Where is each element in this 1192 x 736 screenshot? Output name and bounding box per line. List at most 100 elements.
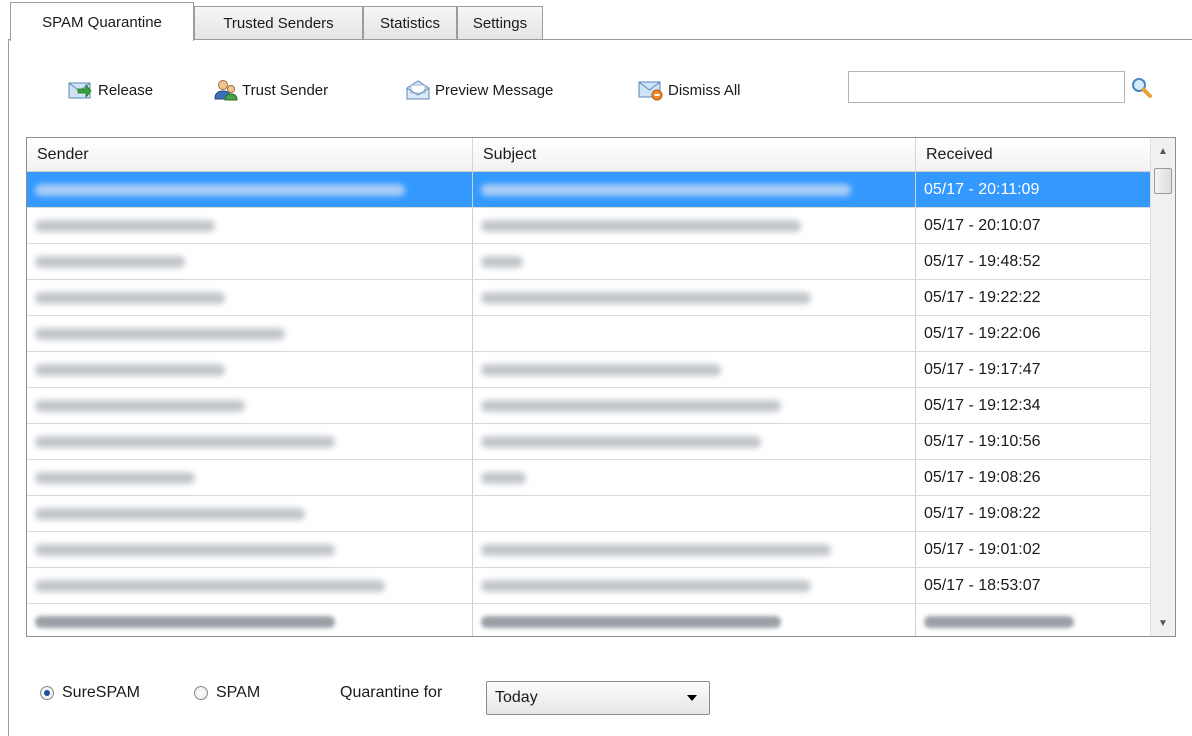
table-row[interactable]: [27, 604, 1151, 636]
redacted-text: [481, 471, 526, 484]
redacted-text: [35, 399, 245, 412]
received-cell: 05/17 - 19:48:52: [916, 244, 1151, 279]
preview-message-button[interactable]: Preview Message: [405, 76, 553, 104]
received-time: 05/17 - 19:48:52: [924, 252, 1041, 270]
sender-cell: [27, 496, 473, 531]
received-cell: 05/17 - 18:53:07: [916, 568, 1151, 603]
received-time: 05/17 - 18:53:07: [924, 576, 1041, 594]
pane-border: [8, 39, 9, 736]
table-row[interactable]: 05/17 - 19:22:22: [27, 280, 1151, 316]
received-cell: 05/17 - 19:08:26: [916, 460, 1151, 495]
redacted-text: [481, 615, 781, 628]
received-time: 05/17 - 19:12:34: [924, 396, 1041, 414]
subject-cell: [473, 388, 916, 423]
received-time: 05/17 - 20:11:09: [924, 180, 1040, 198]
search-box[interactable]: [848, 71, 1125, 103]
preview-message-label: Preview Message: [435, 81, 554, 99]
redacted-text: [35, 435, 335, 448]
received-time: 05/17 - 19:10:56: [924, 432, 1041, 450]
quarantine-period-value: Today: [495, 689, 538, 706]
received-cell: 05/17 - 19:08:22: [916, 496, 1151, 531]
table-row[interactable]: 05/17 - 19:48:52: [27, 244, 1151, 280]
received-cell: 05/17 - 19:22:06: [916, 316, 1151, 351]
redacted-text: [481, 219, 801, 232]
redacted-text: [35, 507, 305, 520]
tab-label: Trusted Senders: [223, 15, 334, 32]
radio-selected-icon: [40, 686, 54, 700]
subject-cell: [473, 424, 916, 459]
redacted-text: [35, 327, 285, 340]
subject-cell: [473, 532, 916, 567]
received-cell: 05/17 - 19:12:34: [916, 388, 1151, 423]
tab-spam-quarantine[interactable]: SPAM Quarantine: [10, 2, 194, 41]
table-row[interactable]: 05/17 - 19:08:22: [27, 496, 1151, 532]
spam-label: SPAM: [216, 684, 261, 701]
table-row[interactable]: 05/17 - 20:11:09: [27, 172, 1151, 208]
redacted-text: [35, 255, 185, 268]
scroll-down-icon[interactable]: ▼: [1151, 612, 1175, 634]
tab-trusted-senders[interactable]: Trusted Senders: [194, 6, 363, 40]
column-header-sender[interactable]: Sender: [27, 138, 473, 172]
sender-cell: [27, 532, 473, 567]
quarantine-period-dropdown[interactable]: Today: [486, 681, 710, 715]
received-cell: 05/17 - 19:17:47: [916, 352, 1151, 387]
release-button[interactable]: Release: [68, 76, 153, 104]
redacted-text: [35, 363, 225, 376]
subject-cell: [473, 280, 916, 315]
dismiss-all-button[interactable]: Dismiss All: [638, 76, 741, 104]
envelope-arrow-icon: [68, 82, 92, 99]
redacted-text: [35, 183, 405, 196]
table-row[interactable]: 05/17 - 19:22:06: [27, 316, 1151, 352]
column-header-received[interactable]: Received: [916, 138, 1151, 172]
subject-cell: [473, 604, 916, 636]
sender-cell: [27, 460, 473, 495]
release-label: Release: [98, 81, 154, 99]
redacted-text: [35, 579, 385, 592]
trust-sender-button[interactable]: Trust Sender: [214, 76, 328, 104]
received-cell: 05/17 - 20:10:07: [916, 208, 1151, 243]
sender-cell: [27, 208, 473, 243]
received-time: 05/17 - 19:01:02: [924, 540, 1041, 558]
sender-cell: [27, 388, 473, 423]
quarantine-for-label: Quarantine for: [340, 684, 443, 701]
subject-cell: [473, 244, 916, 279]
received-cell: 05/17 - 19:01:02: [916, 532, 1151, 567]
redacted-text: [481, 255, 523, 268]
spam-radio[interactable]: SPAM: [194, 684, 260, 702]
received-time: 05/17 - 19:17:47: [924, 360, 1041, 378]
redacted-text: [481, 435, 761, 448]
column-header-label: Received: [926, 145, 993, 163]
tab-label: SPAM Quarantine: [42, 13, 162, 31]
subject-cell: [473, 496, 916, 531]
table-row[interactable]: 05/17 - 20:10:07: [27, 208, 1151, 244]
tab-statistics[interactable]: Statistics: [363, 6, 457, 40]
table-row[interactable]: 05/17 - 19:08:26: [27, 460, 1151, 496]
tab-strip: SPAM Quarantine Trusted Senders Statisti…: [8, 0, 1192, 41]
message-grid[interactable]: Sender Subject Received 05/17 - 20:11:09…: [26, 137, 1176, 637]
received-time: 05/17 - 19:08:26: [924, 468, 1041, 486]
column-header-label: Subject: [483, 145, 537, 163]
received-cell: 05/17 - 19:10:56: [916, 424, 1151, 459]
table-row[interactable]: 05/17 - 19:10:56: [27, 424, 1151, 460]
subject-cell: [473, 208, 916, 243]
envelope-delete-icon: [638, 81, 663, 101]
table-row[interactable]: 05/17 - 19:12:34: [27, 388, 1151, 424]
received-time: 05/17 - 20:10:07: [924, 216, 1041, 234]
table-row[interactable]: 05/17 - 19:17:47: [27, 352, 1151, 388]
surespam-radio[interactable]: SureSPAM: [40, 684, 140, 702]
redacted-text: [481, 183, 851, 196]
table-row[interactable]: 05/17 - 19:01:02: [27, 532, 1151, 568]
scroll-up-icon[interactable]: ▲: [1151, 140, 1175, 162]
table-row[interactable]: 05/17 - 18:53:07: [27, 568, 1151, 604]
sender-cell: [27, 352, 473, 387]
trust-sender-label: Trust Sender: [242, 81, 329, 99]
magnifier-icon[interactable]: [1130, 76, 1154, 104]
search-input[interactable]: [849, 72, 1124, 102]
tab-settings[interactable]: Settings: [457, 6, 543, 40]
scroll-thumb[interactable]: [1154, 168, 1172, 194]
search-icon: [1132, 78, 1152, 98]
redacted-text: [35, 543, 335, 556]
vertical-scrollbar[interactable]: ▲ ▼: [1150, 138, 1175, 636]
column-header-subject[interactable]: Subject: [473, 138, 916, 172]
tab-label: Statistics: [379, 15, 440, 32]
